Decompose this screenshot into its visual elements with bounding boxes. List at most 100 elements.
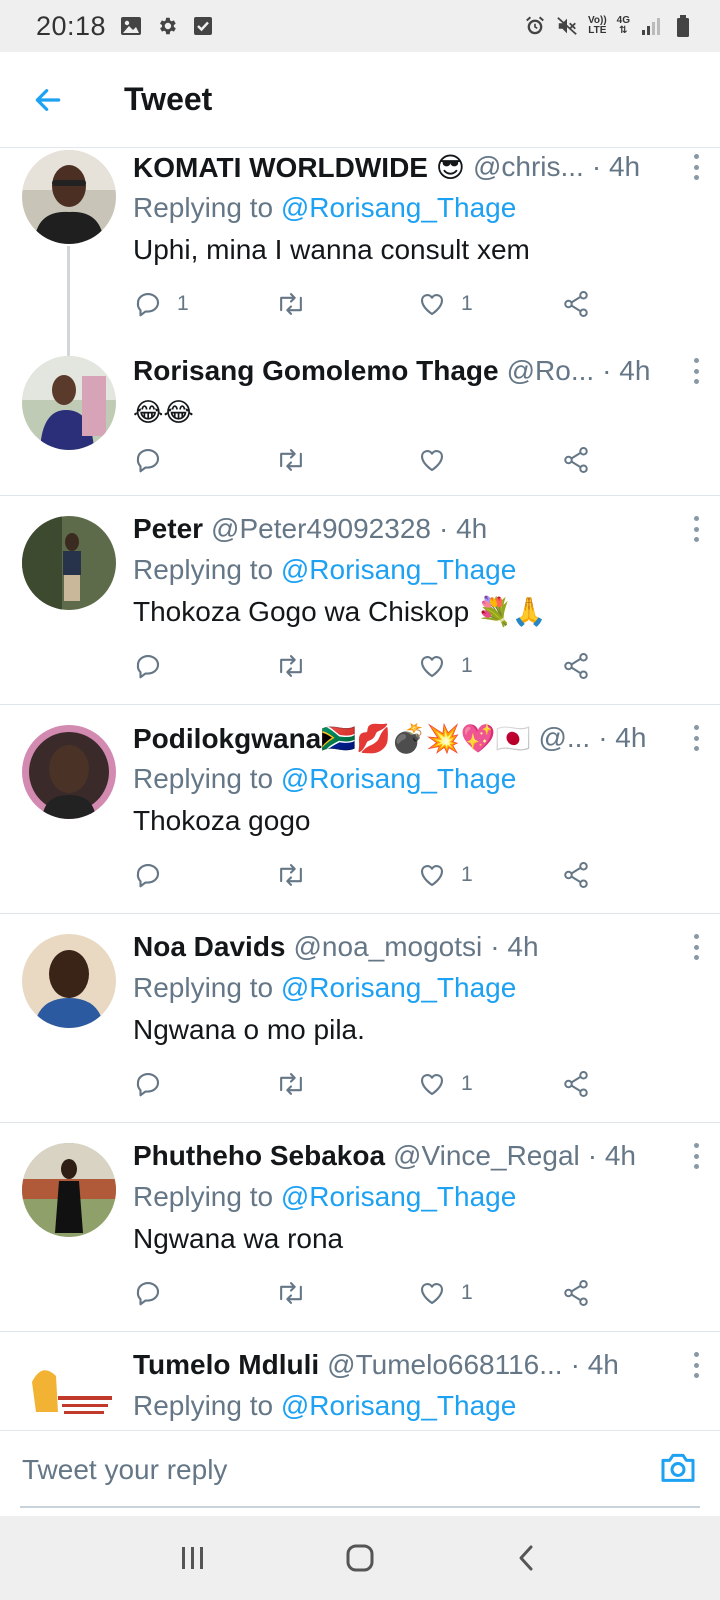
avatar[interactable]	[22, 516, 116, 610]
author-name[interactable]: Noa Davids	[133, 931, 286, 963]
reply-button[interactable]	[133, 1062, 177, 1106]
tweet-text: Ngwana o mo pila.	[133, 1014, 365, 1045]
avatar[interactable]	[22, 356, 116, 450]
retweet-button[interactable]	[275, 282, 321, 326]
heart-icon	[420, 865, 444, 887]
tweet-text: Ngwana wa rona	[133, 1223, 344, 1254]
author-name[interactable]: Rorisang Gomolemo Thage	[133, 355, 499, 387]
reply-input[interactable]	[22, 1445, 622, 1495]
more-options-button[interactable]	[686, 356, 706, 386]
signal-icon	[640, 15, 662, 37]
author-name[interactable]: Phutheho Sebakoa	[133, 1140, 385, 1172]
tweet-time: · 4h	[602, 355, 651, 386]
recents-button[interactable]	[163, 1528, 223, 1588]
reply-button[interactable]	[133, 438, 177, 482]
mention-link[interactable]: @Rorisang_Thage	[281, 972, 516, 1003]
more-options-button[interactable]	[686, 723, 706, 753]
reply-icon	[136, 292, 160, 317]
replying-to: Replying to @Rorisang_Thage	[133, 1390, 517, 1421]
author-name[interactable]: Peter	[133, 513, 203, 545]
camera-button[interactable]	[658, 1447, 698, 1487]
author-handle[interactable]: @Tumelo668116...	[327, 1349, 562, 1381]
replying-to: Replying to @Rorisang_Thage	[133, 972, 517, 1003]
share-icon	[564, 447, 588, 473]
retweet-button[interactable]	[275, 1062, 321, 1106]
tweet[interactable]: KOMATI WORLDWIDE 😎 @chris... · 4h Replyi…	[0, 148, 720, 356]
tweet[interactable]: Rorisang Gomolemo Thage @Ro... · 4h 😂😂	[0, 348, 720, 496]
share-button[interactable]	[561, 438, 591, 482]
avatar[interactable]	[22, 1352, 116, 1430]
tweet-text: 😂😂	[133, 397, 194, 427]
back-button[interactable]	[20, 72, 76, 128]
tweet-actions: 1	[133, 1062, 613, 1106]
share-icon	[564, 653, 588, 679]
author-handle[interactable]: @Vince_Regal	[393, 1140, 580, 1172]
like-button[interactable]	[417, 438, 461, 482]
app-bar: Tweet	[0, 52, 720, 148]
mention-link[interactable]: @Rorisang_Thage	[281, 192, 516, 223]
tweet[interactable]: Tumelo Mdluli @Tumelo668116... · 4h Repl…	[0, 1332, 720, 1430]
more-options-button[interactable]	[686, 932, 706, 962]
share-button[interactable]	[561, 1062, 591, 1106]
tweet-text: Thokoza gogo	[133, 805, 311, 836]
like-button[interactable]: 1	[417, 282, 473, 326]
mention-link[interactable]: @Rorisang_Thage	[281, 763, 516, 794]
reply-button[interactable]	[133, 644, 177, 688]
tweet[interactable]: Peter @Peter49092328 · 4h Replying to @R…	[0, 496, 720, 705]
recents-icon	[182, 1547, 204, 1569]
tweet[interactable]: Podilokgwana🇿🇦💋💣💥💖🇯🇵 @... · 4h Replying …	[0, 705, 720, 914]
share-button[interactable]	[561, 282, 591, 326]
reply-button[interactable]: 1	[133, 282, 189, 326]
like-button[interactable]: 1	[417, 644, 473, 688]
share-button[interactable]	[561, 644, 591, 688]
camera-icon	[661, 1453, 695, 1482]
nav-back-button[interactable]	[497, 1528, 557, 1588]
mention-link[interactable]: @Rorisang_Thage	[281, 1390, 516, 1421]
mention-link[interactable]: @Rorisang_Thage	[281, 1181, 516, 1212]
retweet-button[interactable]	[275, 438, 321, 482]
tweet-time: · 4h	[438, 513, 488, 544]
tweet-text: Thokoza Gogo wa Chiskop 💐🙏	[133, 596, 547, 627]
author-name[interactable]: Podilokgwana🇿🇦💋💣💥💖🇯🇵	[133, 722, 530, 755]
tweet[interactable]: Phutheho Sebakoa @Vince_Regal · 4h Reply…	[0, 1123, 720, 1332]
avatar[interactable]	[22, 150, 116, 244]
tweet[interactable]: Noa Davids @noa_mogotsi · 4h Replying to…	[0, 914, 720, 1123]
reply-feed[interactable]: KOMATI WORLDWIDE 😎 @chris... · 4h Replyi…	[0, 148, 720, 1430]
like-button[interactable]: 1	[417, 853, 473, 897]
author-name[interactable]: KOMATI WORLDWIDE 😎	[133, 151, 465, 184]
author-handle[interactable]: @noa_mogotsi	[294, 931, 483, 963]
tweet-actions: 1	[133, 644, 613, 688]
retweet-button[interactable]	[275, 1271, 321, 1315]
arrow-left-icon	[35, 88, 61, 111]
more-options-button[interactable]	[686, 152, 706, 182]
like-button[interactable]: 1	[417, 1062, 473, 1106]
alarm-icon	[524, 15, 546, 37]
more-options-button[interactable]	[686, 1350, 706, 1380]
retweet-button[interactable]	[275, 853, 321, 897]
reply-button[interactable]	[133, 853, 177, 897]
avatar[interactable]	[22, 725, 116, 819]
status-bar: 20:18 Vo)) LTE 4G ⇅	[0, 0, 720, 52]
input-underline	[20, 1506, 700, 1508]
avatar[interactable]	[22, 934, 116, 1028]
thread-line	[67, 246, 70, 356]
share-button[interactable]	[561, 1271, 591, 1315]
mention-link[interactable]: @Rorisang_Thage	[281, 554, 516, 585]
home-button[interactable]	[330, 1528, 390, 1588]
author-name[interactable]: Tumelo Mdluli	[133, 1349, 319, 1381]
author-handle[interactable]: @...	[538, 722, 590, 754]
reply-button[interactable]	[133, 1271, 177, 1315]
system-nav-bar	[0, 1516, 720, 1600]
more-options-button[interactable]	[686, 1141, 706, 1171]
author-handle[interactable]: @Peter49092328	[211, 513, 431, 545]
avatar[interactable]	[22, 1143, 116, 1237]
author-handle[interactable]: @chris...	[473, 151, 584, 183]
retweet-icon	[280, 1282, 302, 1304]
share-button[interactable]	[561, 853, 591, 897]
reply-icon	[136, 654, 160, 679]
reply-icon	[136, 448, 160, 473]
like-button[interactable]: 1	[417, 1271, 473, 1315]
more-options-button[interactable]	[686, 514, 706, 544]
retweet-button[interactable]	[275, 644, 321, 688]
author-handle[interactable]: @Ro...	[507, 355, 595, 387]
